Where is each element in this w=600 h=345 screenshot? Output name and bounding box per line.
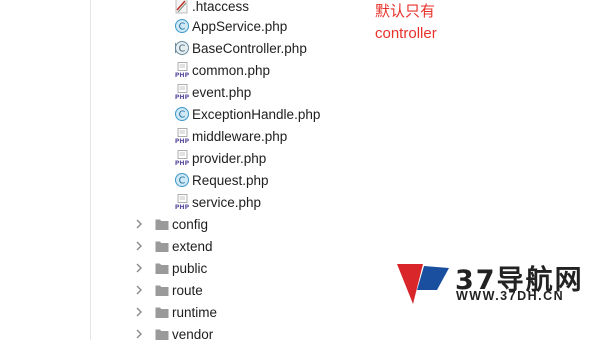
chevron-right-icon[interactable] (134, 260, 144, 276)
file-name: provider.php (192, 150, 267, 166)
red-annotation-note: 默认只有 controller (375, 1, 437, 45)
php-file-icon: PHP (175, 62, 190, 78)
php-abstract-class-icon: C (175, 41, 189, 55)
file-name: middleware.php (192, 128, 288, 144)
file-name: .htaccess (192, 0, 250, 14)
brand-logo-icon (397, 264, 449, 304)
file-row-event[interactable]: PHP event.php (0, 81, 360, 103)
folder-icon (155, 219, 169, 230)
svg-text:C: C (179, 176, 186, 187)
folder-icon (155, 285, 169, 296)
php-class-icon: C (175, 19, 189, 33)
php-file-icon: PHP (175, 128, 190, 144)
folder-row-route[interactable]: route (0, 279, 360, 301)
file-row-basecontroller[interactable]: C BaseController.php (0, 37, 360, 59)
chevron-right-icon[interactable] (134, 216, 144, 232)
php-class-icon: C (175, 107, 189, 121)
folder-icon (155, 307, 169, 318)
watermark-url: WWW.37DH.CN (456, 289, 565, 303)
folder-row-extend[interactable]: extend (0, 235, 360, 257)
file-name: common.php (192, 62, 271, 78)
php-file-icon: PHP (175, 194, 190, 210)
htaccess-file-icon (175, 0, 188, 14)
folder-icon (155, 241, 169, 252)
folder-name: public (172, 260, 208, 276)
folder-row-public[interactable]: public (0, 257, 360, 279)
svg-text:PHP: PHP (175, 160, 190, 166)
file-row-request[interactable]: C Request.php (0, 169, 360, 191)
chevron-right-icon[interactable] (134, 282, 144, 298)
annotation-line-2: controller (375, 25, 437, 42)
file-row-appservice[interactable]: C AppService.php (0, 15, 360, 37)
php-file-icon: PHP (175, 150, 190, 166)
svg-text:PHP: PHP (175, 138, 190, 144)
folder-icon (155, 329, 169, 340)
svg-text:PHP: PHP (175, 72, 190, 78)
folder-row-config[interactable]: config (0, 213, 360, 235)
annotation-line-1: 默认只有 (375, 3, 436, 20)
file-name: Request.php (192, 172, 269, 188)
svg-text:C: C (179, 22, 186, 33)
svg-text:PHP: PHP (175, 94, 190, 100)
svg-text:PHP: PHP (175, 204, 190, 210)
site-watermark: 37导航网 WWW.37DH.CN (393, 258, 593, 308)
php-file-icon: PHP (175, 84, 190, 100)
chevron-right-icon[interactable] (134, 304, 144, 320)
file-name: ExceptionHandle.php (192, 106, 321, 122)
file-row-middleware[interactable]: PHP middleware.php (0, 125, 360, 147)
php-class-icon: C (175, 173, 189, 187)
file-row-provider[interactable]: PHP provider.php (0, 147, 360, 169)
folder-name: extend (172, 238, 213, 254)
svg-text:C: C (179, 44, 186, 55)
folder-name: config (172, 216, 209, 232)
file-name: service.php (192, 194, 262, 210)
file-row-common[interactable]: PHP common.php (0, 59, 360, 81)
folder-name: runtime (172, 304, 218, 320)
folder-name: vendor (172, 326, 214, 342)
folder-row-runtime[interactable]: runtime (0, 301, 360, 323)
folder-name: route (172, 282, 203, 298)
chevron-right-icon[interactable] (134, 238, 144, 254)
folder-icon (155, 263, 169, 274)
file-row-exceptionhandle[interactable]: C ExceptionHandle.php (0, 103, 360, 125)
file-row-service[interactable]: PHP service.php (0, 191, 360, 213)
file-name: event.php (192, 84, 252, 100)
folder-row-vendor[interactable]: vendor (0, 323, 360, 345)
file-name: BaseController.php (192, 40, 307, 56)
file-name: AppService.php (192, 18, 288, 34)
svg-text:C: C (179, 110, 186, 121)
